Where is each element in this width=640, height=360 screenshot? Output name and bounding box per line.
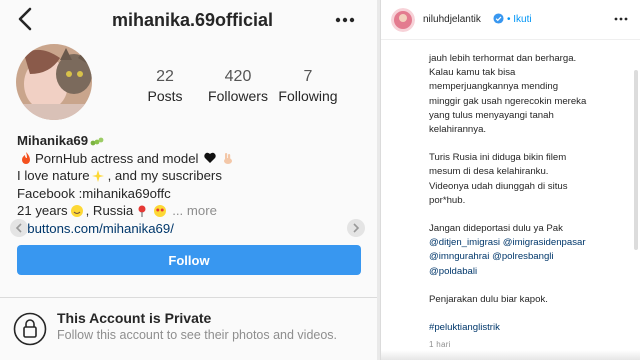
chevron-left-icon <box>15 223 22 233</box>
verified-badge-icon <box>493 13 504 24</box>
post-header: niluhdjelantik • Ikuti <box>381 0 640 40</box>
post-follow-link[interactable]: • Ikuti <box>507 14 532 25</box>
scrollbar[interactable] <box>634 40 638 360</box>
profile-username: mihanika.69official <box>112 10 274 30</box>
followers-stat[interactable]: 420 Followers <box>198 68 278 104</box>
following-label: Following <box>278 88 338 104</box>
bio-website-link[interactable]: l1buttons.com/mihanika69/ <box>17 220 174 238</box>
bio-line-4: 21 years , Russia ... more <box>17 202 357 220</box>
post-author-username[interactable]: niluhdjelantik <box>423 14 481 25</box>
following-stat[interactable]: 7 Following <box>268 68 348 104</box>
post-author-avatar[interactable] <box>391 8 415 32</box>
back-arrow-icon[interactable] <box>14 6 38 32</box>
profile-panel: mihanika.69official 22 Posts 420 Followe… <box>0 0 377 360</box>
mention-link[interactable]: @polresbangli <box>492 251 553 262</box>
followers-label: Followers <box>208 88 268 104</box>
bio-occupation: PornHub actress and model <box>35 150 199 166</box>
more-dots-icon[interactable] <box>334 10 356 30</box>
lock-icon <box>13 312 47 346</box>
caterpillar-icon <box>90 137 104 146</box>
followers-count: 420 <box>224 68 252 85</box>
bio-subscribers: , and my suscribers <box>107 168 222 184</box>
posts-stat[interactable]: 22 Posts <box>125 68 205 104</box>
bio-more-link[interactable]: ... more <box>172 202 217 220</box>
post-panel: niluhdjelantik • Ikuti jauh lebih terhor… <box>380 0 640 360</box>
caption-line: minggir gak usah ngerecokin mereka <box>429 95 587 107</box>
caption-line: Turis Rusia ini diduga bikin filem <box>429 152 567 164</box>
private-account-title: This Account is Private <box>57 310 212 326</box>
bio-line-3: Facebook :mihanika69offc <box>17 185 357 203</box>
post-caption: jauh lebih terhormat dan berharga. Kalau… <box>429 52 635 335</box>
caption-line: Kalau kamu tak bisa <box>429 67 516 79</box>
caption-line: por*hub. <box>429 194 466 206</box>
caption-line: Jangan dideportasi dulu ya Pak <box>429 223 563 235</box>
profile-bio: Mihanika69 PornHub actress and model I l… <box>17 132 357 238</box>
mention-link[interactable]: @poldabali <box>429 266 477 277</box>
bio-country: , Russia <box>85 203 134 219</box>
mention-link[interactable]: @imngurahrai <box>429 251 489 262</box>
bio-display-name: Mihanika69 <box>17 133 89 148</box>
sparkles-icon <box>91 169 104 182</box>
mention-link[interactable]: @imigrasidenpasar <box>503 237 586 248</box>
caption-line: kelahirannya. <box>429 124 487 136</box>
carousel-prev-button[interactable] <box>10 219 28 237</box>
caption-line: Penjarakan dulu biar kapok. <box>429 293 548 305</box>
caption-line: yang tulus menyayangi tanah <box>429 109 554 121</box>
following-count: 7 <box>303 68 313 85</box>
carousel-next-button[interactable] <box>347 219 365 237</box>
hashtag-link[interactable]: #peluktianglistrik <box>429 322 500 333</box>
caption-line: Videonya udah diunggah di situs <box>429 180 568 192</box>
bio-line-2: I love nature , and my suscribers <box>17 167 357 185</box>
bio-line-1: PornHub actress and model <box>17 150 357 168</box>
pin-icon <box>138 205 146 218</box>
post-timestamp[interactable]: 1 hari <box>429 340 451 349</box>
bio-age: 21 years <box>17 203 68 219</box>
heart-eyes-icon <box>154 205 167 218</box>
caption-line: memperjuangkannya mending <box>429 81 559 93</box>
fire-icon <box>22 152 30 165</box>
fade-overlay <box>381 350 640 360</box>
bio-name-line: Mihanika69 <box>17 132 357 150</box>
hand-icon <box>224 153 233 165</box>
mention-link[interactable]: @ditjen_imigrasi <box>429 237 500 248</box>
caption-line: jauh lebih terhormat dan berharga. <box>429 53 577 64</box>
posts-label: Posts <box>147 88 183 104</box>
bio-facebook: Facebook :mihanika69offc <box>17 185 171 201</box>
divider <box>0 297 377 298</box>
caption-line: mesum di desa kelahiranku. <box>429 166 549 178</box>
bio-nature: I love nature <box>17 168 90 184</box>
follow-button[interactable]: Follow <box>17 245 361 275</box>
chevron-right-icon <box>353 223 360 233</box>
more-dots-icon[interactable] <box>613 14 629 24</box>
heart-icon <box>204 153 217 164</box>
private-account-subtitle: Follow this account to see their photos … <box>57 328 338 342</box>
profile-header: mihanika.69official <box>0 0 377 40</box>
profile-avatar[interactable] <box>16 44 92 120</box>
bio-line-5: l1buttons.com/mihanika69/ <box>17 220 357 238</box>
posts-count: 22 <box>156 68 174 85</box>
smile-icon <box>70 205 83 218</box>
